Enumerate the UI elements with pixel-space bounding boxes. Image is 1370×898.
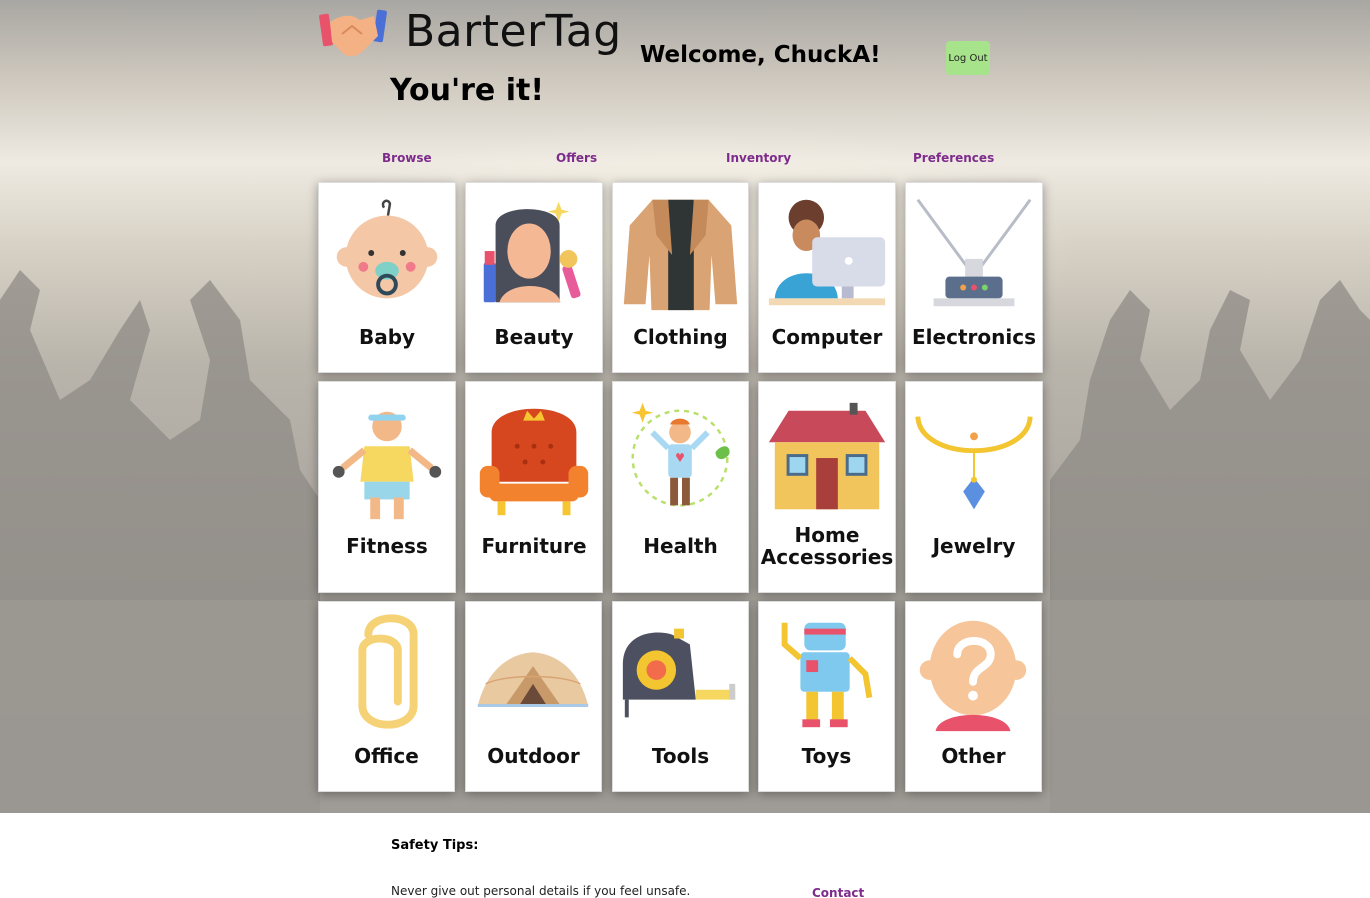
category-card-furniture[interactable]: Furniture [465, 381, 603, 593]
category-card-health[interactable]: Health [612, 381, 749, 593]
handshake-logo-icon [319, 9, 387, 57]
category-card-office[interactable]: Office [318, 601, 455, 792]
tape-measure-icon [622, 628, 736, 718]
category-label: Computer [771, 325, 883, 349]
category-label: Outdoor [487, 744, 580, 768]
category-card-home-accessories[interactable]: Home Accessories [758, 381, 896, 593]
nav-preferences[interactable]: Preferences [913, 151, 994, 165]
beauty-icon [483, 201, 581, 303]
category-label: Home Accessories [760, 523, 894, 569]
paperclip-icon [358, 614, 418, 729]
category-card-beauty[interactable]: Beauty [465, 182, 603, 373]
contact-link[interactable]: Contact [812, 886, 864, 898]
jacket-icon [623, 199, 738, 311]
category-label: Baby [358, 325, 416, 349]
category-card-electronics[interactable]: Electronics [905, 182, 1043, 373]
logout-button[interactable]: Log Out [946, 41, 990, 75]
category-label: Office [354, 744, 419, 768]
category-label: Beauty [494, 325, 574, 349]
health-icon [631, 402, 730, 507]
category-label: Electronics [912, 325, 1036, 349]
computer-icon [768, 199, 886, 306]
baby-icon [336, 199, 438, 299]
category-card-fitness[interactable]: Fitness [318, 381, 456, 593]
category-label: Jewelry [932, 534, 1016, 558]
category-card-baby[interactable]: Baby [318, 182, 456, 373]
welcome-message: Welcome, ChuckA! [640, 42, 881, 68]
category-label: Clothing [633, 325, 728, 349]
brand-name: BarterTag [405, 6, 622, 57]
category-card-outdoor[interactable]: Outdoor [465, 601, 602, 792]
category-card-computer[interactable]: Computer [758, 182, 896, 373]
category-card-other[interactable]: Other [905, 601, 1042, 792]
house-icon [768, 402, 886, 510]
category-label: Toys [801, 744, 852, 768]
fitness-icon [332, 411, 442, 520]
category-label: Health [643, 534, 718, 558]
category-card-tools[interactable]: Tools [612, 601, 749, 792]
nav-inventory[interactable]: Inventory [726, 151, 791, 165]
nav-offers[interactable]: Offers [556, 151, 597, 165]
robot-icon [781, 622, 873, 728]
armchair-icon [479, 408, 589, 516]
category-label: Tools [651, 744, 710, 768]
category-card-jewelry[interactable]: Jewelry [905, 381, 1043, 593]
antenna-icon [916, 198, 1032, 307]
safety-tip: Never give out personal details if you f… [391, 884, 691, 898]
category-card-toys[interactable]: Toys [758, 601, 895, 792]
category-label: Fitness [346, 534, 428, 558]
nav-browse[interactable]: Browse [382, 151, 432, 165]
category-label: Other [941, 744, 1006, 768]
tent-icon [477, 652, 589, 707]
category-card-clothing[interactable]: Clothing [612, 182, 749, 373]
question-icon [919, 620, 1027, 732]
safety-tips-heading: Safety Tips: [391, 838, 479, 853]
category-label: Furniture [481, 534, 587, 558]
tagline: You're it! [390, 73, 545, 108]
necklace-icon [915, 416, 1033, 510]
